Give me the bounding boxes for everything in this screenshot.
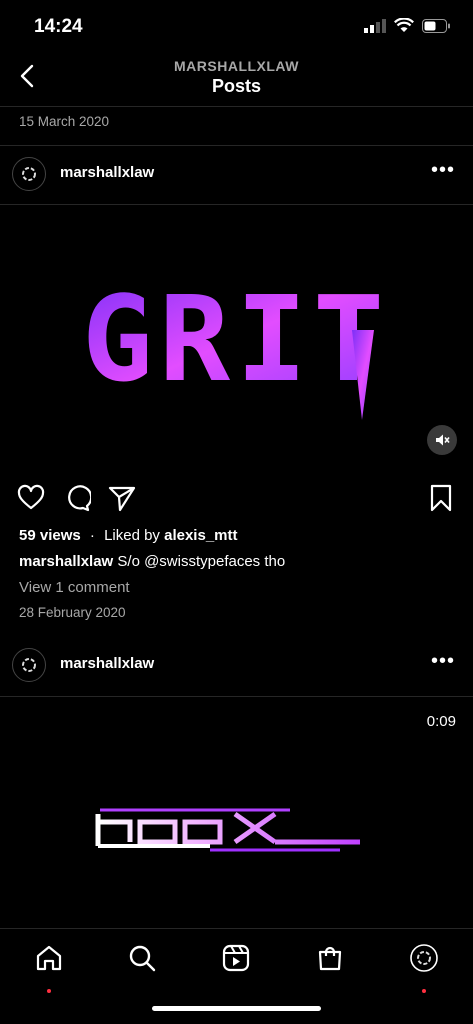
profile-logo-icon (22, 167, 36, 181)
post-media-video[interactable]: 0:09 (0, 697, 473, 928)
search-icon (129, 945, 156, 972)
post-caption: marshallxlaw S/o @swisstypefaces tho (19, 553, 285, 570)
comment-bubble-icon (68, 485, 93, 512)
post-date: 28 February 2020 (19, 605, 126, 620)
previous-post-date: 15 March 2020 (19, 114, 110, 129)
post-username[interactable]: marshallxlaw (60, 164, 154, 181)
tab-search[interactable] (127, 943, 157, 973)
post-username[interactable]: marshallxlaw (60, 655, 154, 672)
caption-text: S/o @swisstypefaces tho (117, 553, 286, 570)
header-username: MARSHALLXLAW (174, 58, 299, 74)
tab-reels[interactable] (221, 943, 251, 973)
reels-icon (222, 944, 250, 972)
profile-avatar-icon (410, 944, 438, 972)
status-icons (364, 18, 451, 33)
top-nav-header: MARSHALLXLAW Posts (0, 52, 473, 107)
battery-icon (422, 18, 450, 33)
avatar[interactable] (12, 157, 46, 191)
like-button[interactable] (17, 484, 45, 517)
save-button[interactable] (429, 484, 453, 517)
notification-dot (422, 989, 426, 993)
heart-icon (17, 484, 45, 510)
share-button[interactable] (108, 484, 136, 517)
bookmark-icon (430, 484, 452, 512)
status-time: 14:24 (34, 16, 83, 37)
shopping-bag-icon (318, 946, 342, 971)
grit-logo-text: GRIT (82, 270, 390, 408)
post-media-video[interactable]: GRIT (0, 205, 473, 470)
paper-plane-icon (108, 486, 136, 512)
view-count[interactable]: 59 views (19, 527, 81, 544)
wifi-icon (394, 18, 414, 32)
post-header: marshallxlaw ••• (0, 641, 473, 691)
home-indicator (152, 1006, 321, 1011)
avatar[interactable] (12, 648, 46, 682)
video-duration: 0:09 (426, 713, 456, 730)
notification-dot (47, 989, 51, 993)
more-options-button[interactable]: ••• (431, 159, 455, 182)
view-comments-link[interactable]: View 1 comment (19, 579, 130, 596)
tab-shop[interactable] (315, 943, 345, 973)
post-stats: 59 views · Liked by alexis_mtt (19, 527, 238, 544)
logo-artwork (95, 808, 360, 852)
tab-home[interactable] (34, 943, 64, 993)
caption-username[interactable]: marshallxlaw (19, 553, 113, 570)
mute-button[interactable] (427, 425, 457, 455)
video-frame: GRIT (82, 270, 390, 420)
speaker-muted-icon (436, 434, 450, 446)
more-options-button[interactable]: ••• (431, 650, 455, 673)
liked-by-user[interactable]: alexis_mtt (164, 527, 237, 544)
tab-profile[interactable] (409, 943, 439, 993)
post-header: marshallxlaw ••• (0, 150, 473, 200)
profile-logo-icon (22, 658, 36, 672)
home-icon (36, 945, 62, 971)
divider (0, 145, 473, 146)
cellular-signal-icon (364, 18, 386, 33)
liked-by-label: Liked by (104, 527, 160, 544)
page-title: Posts (211, 76, 262, 96)
post-actions (0, 484, 473, 514)
comment-button[interactable] (63, 484, 93, 517)
